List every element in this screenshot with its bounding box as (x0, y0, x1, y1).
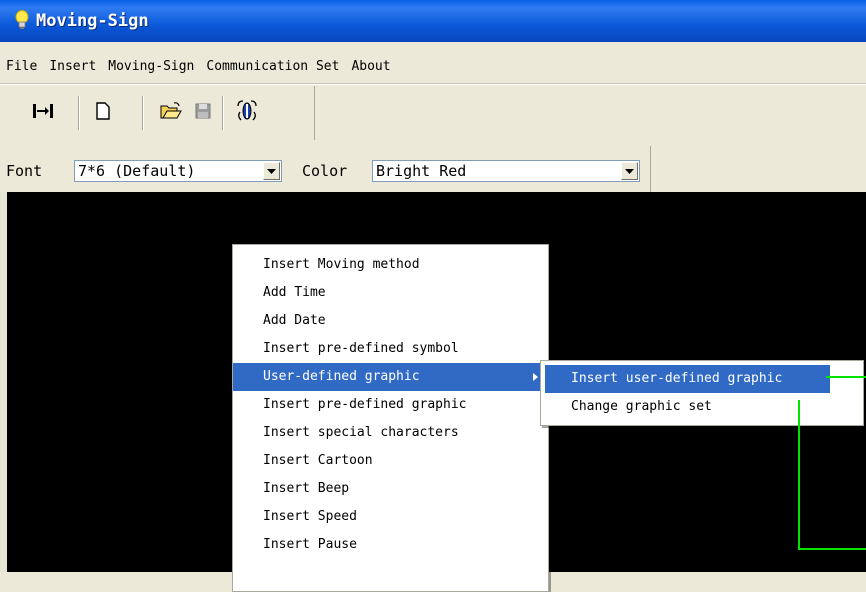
menu-item-insert-speed[interactable]: Insert Speed (233, 503, 548, 531)
font-color-bar: Font 7*6 (Default) Color Bright Red (0, 146, 651, 192)
menu-communication-set[interactable]: Communication Set (200, 57, 345, 77)
submenu-arrow-icon (533, 373, 538, 381)
menu-item-add-time[interactable]: Add Time (233, 279, 548, 307)
menu-item-insert-predefined-graphic[interactable]: Insert pre-defined graphic (233, 391, 548, 419)
menu-file[interactable]: File (0, 57, 43, 77)
color-select-value: Bright Red (376, 162, 467, 180)
menu-moving-sign[interactable]: Moving-Sign (102, 57, 200, 77)
connect-icon (32, 102, 54, 124)
save-button[interactable] (190, 100, 216, 126)
menu-divider (0, 83, 866, 85)
toolbar-separator (222, 96, 224, 130)
save-icon (194, 102, 212, 124)
menu-item-insert-pause[interactable]: Insert Pause (233, 531, 548, 559)
open-folder-icon (160, 102, 182, 124)
toolbar (4, 86, 315, 140)
menu-insert[interactable]: Insert (43, 57, 102, 77)
send-icon (235, 100, 259, 126)
menu-item-insert-moving-method[interactable]: Insert Moving method (233, 251, 548, 279)
menu-about[interactable]: About (345, 57, 396, 77)
menu-item-insert-cartoon[interactable]: Insert Cartoon (233, 447, 548, 475)
font-select-value: 7*6 (Default) (78, 162, 196, 180)
menu-item-user-defined-graphic[interactable]: User-defined graphic (233, 363, 548, 391)
insert-context-menu: Insert Moving method Add Time Add Date I… (232, 244, 549, 592)
annotation-line (798, 548, 866, 550)
font-select[interactable]: 7*6 (Default) (74, 160, 282, 182)
menu-item-insert-special-characters[interactable]: Insert special characters (233, 419, 548, 447)
new-file-icon (95, 102, 111, 124)
menu-item-insert-predefined-symbol[interactable]: Insert pre-defined symbol (233, 335, 548, 363)
open-button[interactable] (158, 100, 184, 126)
menu-item-change-graphic-set[interactable]: Change graphic set (541, 393, 863, 421)
menu-item-add-date[interactable]: Add Date (233, 307, 548, 335)
user-defined-graphic-submenu: Insert user-defined graphic Change graph… (540, 360, 864, 426)
toolbar-separator (78, 96, 80, 130)
connect-button[interactable] (30, 100, 56, 126)
send-button[interactable] (234, 100, 260, 126)
menu-item-insert-beep[interactable]: Insert Beep (233, 475, 548, 503)
menu-item-label: User-defined graphic (263, 369, 420, 384)
annotation-line (826, 376, 866, 378)
font-dropdown-button[interactable] (263, 162, 280, 180)
menu-item-insert-user-defined-graphic[interactable]: Insert user-defined graphic (545, 365, 830, 393)
chevron-down-icon (267, 164, 276, 179)
lightbulb-icon (14, 10, 30, 34)
window-title: Moving-Sign (36, 11, 149, 31)
menu-bar: File Insert Moving-Sign Communication Se… (0, 55, 866, 79)
color-select[interactable]: Bright Red (372, 160, 640, 182)
title-bar: Moving-Sign (0, 0, 866, 42)
annotation-line (798, 400, 800, 550)
font-label: Font (6, 162, 43, 180)
toolbar-separator (142, 96, 144, 130)
color-dropdown-button[interactable] (621, 162, 638, 180)
chevron-down-icon (625, 164, 634, 179)
color-label: Color (302, 162, 348, 180)
new-button[interactable] (90, 100, 116, 126)
window-left-edge (0, 192, 7, 572)
